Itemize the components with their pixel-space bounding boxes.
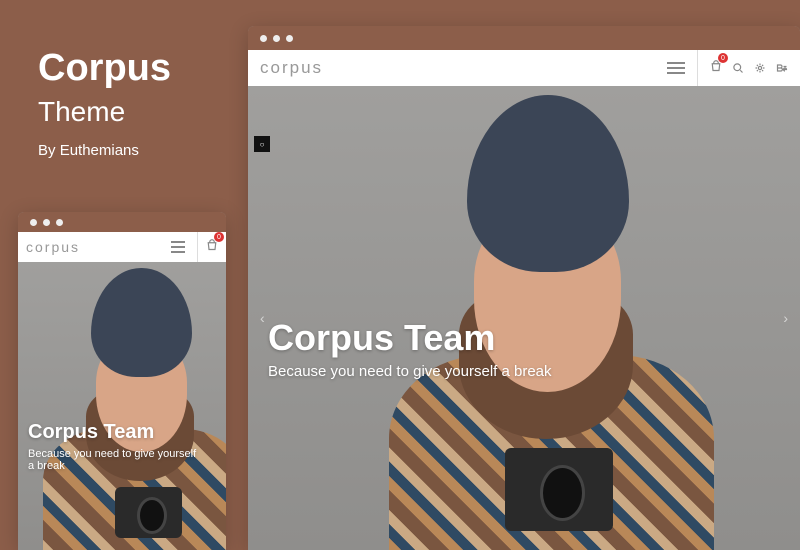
loader-indicator: ○ bbox=[254, 136, 270, 152]
menu-toggle-icon[interactable] bbox=[171, 241, 185, 253]
hero-person-illustration bbox=[24, 262, 226, 550]
slide-title: Corpus Team bbox=[268, 317, 552, 359]
slide-caption: Corpus Team Because you need to give you… bbox=[268, 317, 552, 380]
topbar-right: 0 bbox=[667, 50, 788, 86]
header-utility-icons: 0 bbox=[697, 50, 788, 86]
topbar-right: 0 bbox=[171, 232, 218, 262]
site-logo[interactable]: corpus bbox=[260, 58, 323, 78]
window-titlebar bbox=[18, 212, 226, 232]
cart-button[interactable]: 0 bbox=[710, 59, 722, 77]
hero-slider: Corpus Team Because you need to give you… bbox=[18, 262, 226, 550]
cart-badge: 0 bbox=[214, 232, 224, 242]
header-utility-icons: 0 bbox=[197, 232, 218, 262]
slider-next-arrow[interactable]: › bbox=[777, 304, 794, 332]
slide-caption: Corpus Team Because you need to give you… bbox=[28, 421, 198, 472]
window-control-dot[interactable] bbox=[260, 35, 267, 42]
product-info: Corpus Theme By Euthemians bbox=[38, 48, 171, 159]
slide-subtitle: Because you need to give yourself a brea… bbox=[28, 448, 198, 472]
site-logo[interactable]: corpus bbox=[26, 239, 80, 255]
window-control-dot[interactable] bbox=[30, 219, 37, 226]
slide-subtitle: Because you need to give yourself a brea… bbox=[268, 363, 552, 380]
window-control-dot[interactable] bbox=[56, 219, 63, 226]
product-author: By Euthemians bbox=[38, 142, 171, 159]
menu-toggle-icon[interactable] bbox=[667, 62, 685, 74]
gear-icon[interactable] bbox=[754, 62, 766, 74]
search-icon[interactable] bbox=[732, 62, 744, 74]
site-topbar: corpus 0 bbox=[248, 50, 800, 86]
window-control-dot[interactable] bbox=[43, 219, 50, 226]
cart-badge: 0 bbox=[718, 53, 728, 63]
cart-button[interactable]: 0 bbox=[206, 238, 218, 256]
slide-title: Corpus Team bbox=[28, 421, 198, 444]
window-control-dot[interactable] bbox=[273, 35, 280, 42]
product-subtitle: Theme bbox=[38, 96, 171, 128]
mobile-preview-window: corpus 0 Corpus Team Because yo bbox=[18, 212, 226, 550]
desktop-preview-window: corpus 0 ○ ‹ bbox=[248, 26, 800, 550]
window-control-dot[interactable] bbox=[286, 35, 293, 42]
site-topbar: corpus 0 bbox=[18, 232, 226, 262]
behance-icon[interactable] bbox=[776, 62, 788, 74]
window-titlebar bbox=[248, 26, 800, 50]
hero-slider: ○ ‹ › Corpus Team Because you need to gi… bbox=[248, 86, 800, 550]
product-title: Corpus bbox=[38, 48, 171, 90]
